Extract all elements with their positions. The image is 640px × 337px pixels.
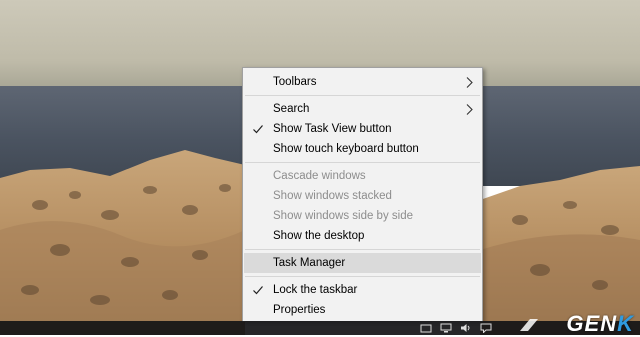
menu-item-label: Show touch keyboard button <box>273 143 419 155</box>
menu-item-show-task-view[interactable]: Show Task View button <box>243 119 482 139</box>
menu-item-lock-taskbar[interactable]: Lock the taskbar <box>243 280 482 300</box>
check-icon <box>253 125 263 134</box>
chevron-right-icon <box>466 77 473 88</box>
chevron-right-icon <box>466 104 473 115</box>
taskbar[interactable]: GENK <box>0 311 640 336</box>
menu-item-label: Properties <box>273 304 326 316</box>
taskbar-context-menu: Toolbars Search Show Task View button Sh… <box>242 67 483 322</box>
network-icon[interactable] <box>440 323 452 333</box>
menu-item-label: Cascade windows <box>273 170 366 182</box>
check-icon <box>253 286 263 295</box>
menu-item-show-windows-stacked[interactable]: Show windows stacked <box>243 186 482 206</box>
show-hidden-icons-icon[interactable] <box>420 323 432 333</box>
watermark: GENK <box>566 311 634 337</box>
menu-separator <box>245 249 480 250</box>
system-tray <box>420 323 492 333</box>
menu-item-label: Toolbars <box>273 76 317 88</box>
genk-logo-icon <box>520 319 538 331</box>
menu-separator <box>245 276 480 277</box>
menu-item-label: Show the desktop <box>273 230 365 242</box>
notification-icon[interactable] <box>480 323 492 333</box>
menu-item-show-desktop[interactable]: Show the desktop <box>243 226 482 246</box>
menu-item-label: Search <box>273 103 310 115</box>
menu-item-label: Task Manager <box>273 257 346 269</box>
menu-item-toolbars[interactable]: Toolbars <box>243 72 482 92</box>
menu-item-task-manager[interactable]: Task Manager <box>244 253 481 273</box>
menu-item-label: Show windows side by side <box>273 210 413 222</box>
menu-separator <box>245 162 480 163</box>
volume-icon[interactable] <box>460 323 472 333</box>
menu-item-cascade-windows[interactable]: Cascade windows <box>243 166 482 186</box>
menu-item-show-touch-keyboard[interactable]: Show touch keyboard button <box>243 139 482 159</box>
watermark-text: GEN <box>566 311 618 336</box>
menu-item-properties[interactable]: Properties <box>243 300 482 320</box>
menu-item-label: Lock the taskbar <box>273 284 358 296</box>
menu-item-label: Show Task View button <box>273 123 392 135</box>
menu-item-label: Show windows stacked <box>273 190 392 202</box>
menu-item-show-windows-side-by-side[interactable]: Show windows side by side <box>243 206 482 226</box>
menu-item-search[interactable]: Search <box>243 99 482 119</box>
menu-separator <box>245 95 480 96</box>
watermark-accent-text: K <box>617 311 634 336</box>
